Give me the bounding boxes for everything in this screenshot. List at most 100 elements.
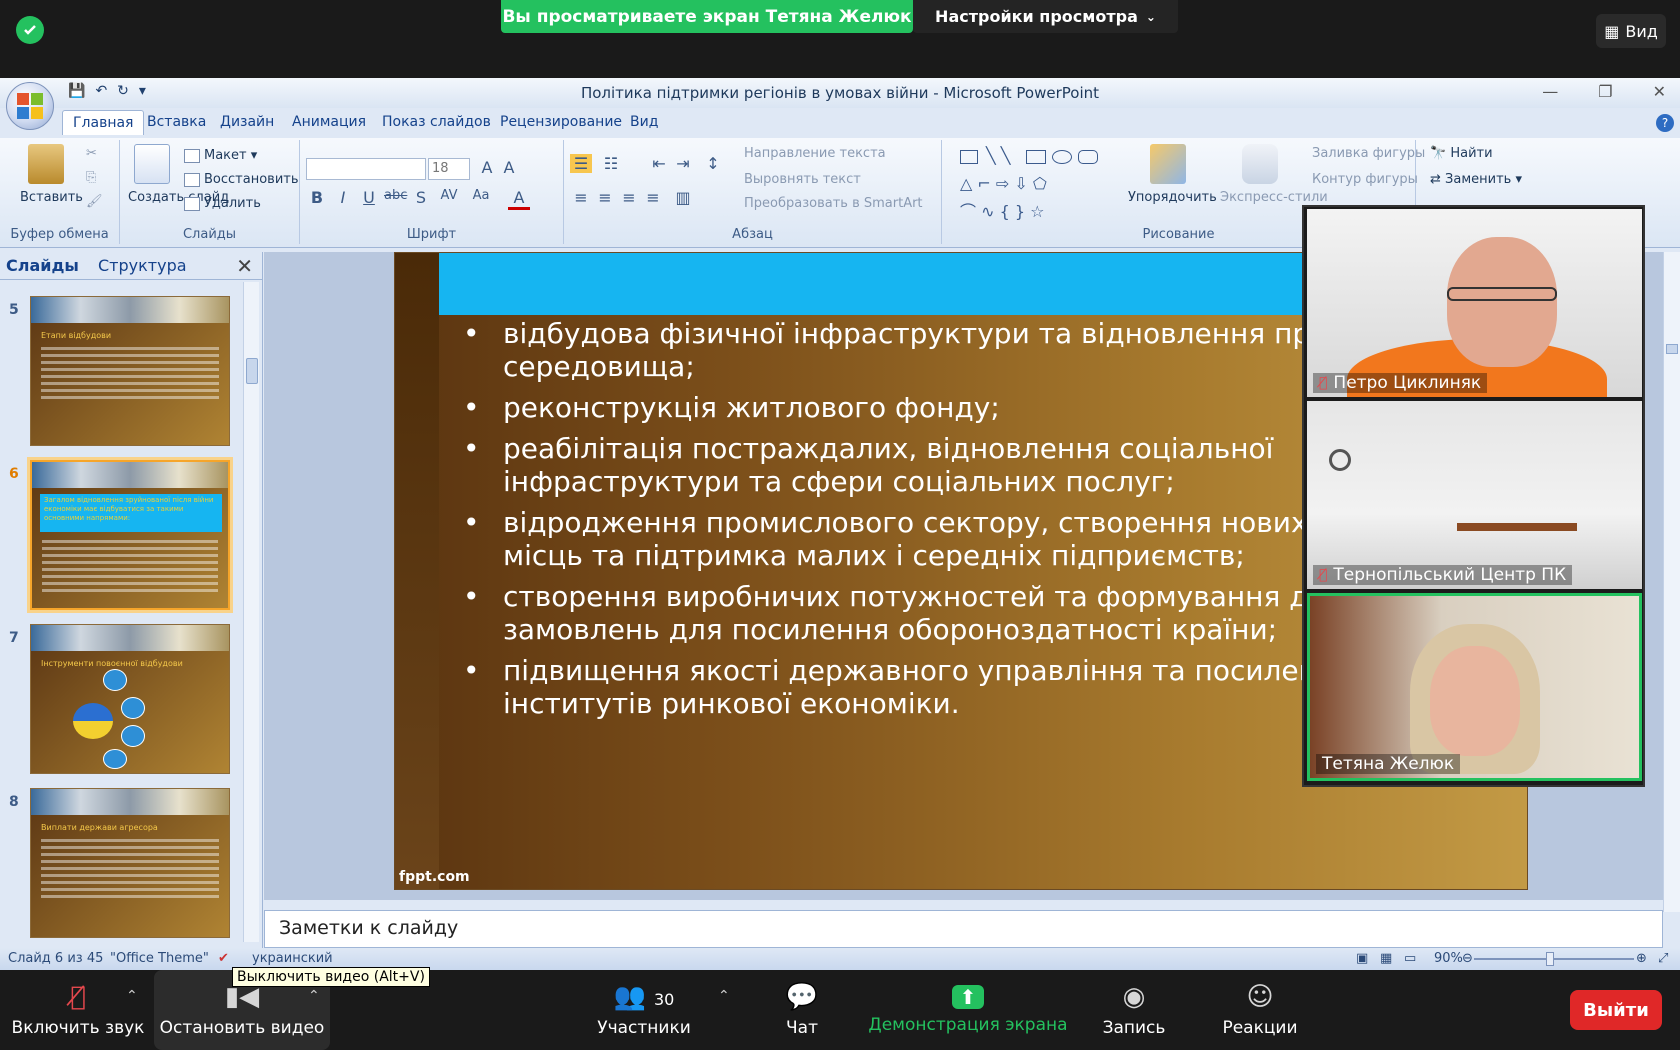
zoom-slider[interactable] [1474, 958, 1634, 960]
close-pane-icon[interactable]: ✕ [236, 254, 253, 278]
tab-slideshow[interactable]: Показ слайдов [382, 114, 491, 130]
unmute-button[interactable]: 🎙̸ Включить звук [8, 970, 148, 1050]
reactions-button[interactable]: ☺ Реакции [1210, 970, 1310, 1050]
tab-slides[interactable]: Слайды [6, 256, 79, 275]
slide-thumbnail-5[interactable]: Етапи відбудови [30, 296, 230, 446]
shape-fill-button[interactable]: Заливка фигуры [1312, 146, 1425, 161]
notes-pane[interactable]: Заметки к слайду [264, 910, 1663, 948]
oval-shape-icon[interactable] [1052, 150, 1072, 164]
numbering-icon[interactable]: ☷ [600, 154, 622, 173]
slides-pane-scrollbar[interactable] [243, 282, 259, 942]
tab-insert[interactable]: Вставка [147, 114, 206, 130]
replace-button[interactable]: ⇄ Заменить ▾ [1430, 172, 1522, 187]
line-spacing-icon[interactable]: ↕ [702, 154, 724, 173]
font-color-icon[interactable]: A [508, 188, 530, 210]
video-tile[interactable]: 🎙̸ Тернопільський Центр ПК [1307, 401, 1642, 589]
restore-button[interactable]: Восстановить [184, 172, 299, 187]
language[interactable]: украинский [252, 951, 333, 966]
change-case-icon[interactable]: Aa [470, 188, 492, 203]
zoom-in-icon[interactable]: ⊕ [1636, 951, 1647, 966]
minimize-icon[interactable]: — [1542, 82, 1558, 101]
bold-icon[interactable]: B [306, 188, 328, 207]
video-tile[interactable]: 🎙̸ Петро Циклиняк [1307, 209, 1642, 397]
rounded-rect-shape-icon[interactable] [1078, 150, 1098, 164]
share-screen-button[interactable]: ⬆ Демонстрация экрана [868, 970, 1068, 1050]
tab-view[interactable]: Вид [630, 114, 658, 130]
quick-styles-button[interactable]: Экспресс-стили [1220, 190, 1328, 205]
spellcheck-icon[interactable]: ✔ [218, 951, 229, 966]
view-button[interactable]: ▦ Вид [1596, 14, 1666, 48]
zoom-out-icon[interactable]: ⊖ [1462, 951, 1473, 966]
copy-icon[interactable]: ⎘ [86, 170, 96, 185]
align-center-icon[interactable]: ≡ [594, 188, 616, 207]
underline-icon[interactable]: U [358, 188, 380, 207]
slideshow-view-icon[interactable]: ▭ [1404, 951, 1416, 966]
shrink-font-icon[interactable]: A [498, 158, 520, 177]
scrollbar-thumb[interactable] [246, 358, 258, 384]
group-paragraph: ☰ ☷ ⇤ ⇥ ↕ ≡ ≡ ≡ ≡ ▥ Направление текста В… [564, 140, 942, 244]
textbox-shape-icon[interactable] [960, 150, 978, 164]
sorter-view-icon[interactable]: ▦ [1380, 951, 1392, 966]
chat-button[interactable]: 💬 Чат [770, 970, 834, 1050]
bullets-icon[interactable]: ☰ [570, 154, 592, 173]
restore-icon[interactable]: ❐ [1598, 82, 1612, 101]
tab-design[interactable]: Дизайн [220, 114, 274, 130]
arrange-button[interactable]: Упорядочить [1128, 190, 1217, 205]
align-left-icon[interactable]: ≡ [570, 188, 592, 207]
cut-icon[interactable]: ✂ [86, 146, 97, 161]
grid-icon: ▦ [1604, 21, 1620, 41]
delete-button[interactable]: Удалить [184, 196, 261, 211]
strikethrough-icon[interactable]: abc [384, 188, 407, 203]
participants-options-chevron-icon[interactable]: ⌃ [718, 988, 730, 1004]
scrollbar-thumb[interactable] [1666, 344, 1678, 354]
font-size-input[interactable]: 18 [428, 158, 470, 180]
tab-animation[interactable]: Анимация [292, 114, 366, 130]
align-text-button[interactable]: Выровнять текст [744, 172, 861, 187]
decrease-indent-icon[interactable]: ⇤ [648, 154, 670, 173]
grow-font-icon[interactable]: A [476, 158, 498, 177]
spacing-icon[interactable]: AV [438, 188, 460, 203]
arrow-shapes-icon[interactable]: △ ⌐ ⇨ ⇩ ⬠ [960, 174, 1047, 193]
video-options-chevron-icon[interactable]: ⌃ [308, 988, 320, 1004]
shadow-icon[interactable]: S [410, 188, 432, 207]
justify-icon[interactable]: ≡ [642, 188, 664, 207]
normal-view-icon[interactable]: ▣ [1356, 951, 1368, 966]
align-right-icon[interactable]: ≡ [618, 188, 640, 207]
view-settings-dropdown[interactable]: Настройки просмотра ⌄ [913, 0, 1178, 33]
fit-window-icon[interactable]: ⤢ [1658, 951, 1668, 966]
record-button[interactable]: ◉ Запись [1094, 970, 1174, 1050]
columns-icon[interactable]: ▥ [672, 188, 694, 207]
tab-review[interactable]: Рецензирование [500, 114, 622, 130]
zoom-slider-knob[interactable] [1546, 952, 1554, 966]
line-shape-icon[interactable]: ╲ ╲ [986, 146, 1010, 165]
slide-scrollbar[interactable] [1663, 252, 1680, 912]
stop-video-label: Остановить видео [159, 1018, 325, 1038]
help-icon[interactable]: ? [1656, 114, 1674, 132]
layout-button[interactable]: Макет ▾ [184, 148, 257, 163]
video-tile-active-speaker[interactable]: Тетяна Желюк [1307, 593, 1642, 781]
leave-meeting-button[interactable]: Выйти [1570, 990, 1662, 1030]
slide-thumbnail-7[interactable]: Інструменти повоєнної відбудови [30, 624, 230, 774]
participants-button[interactable]: 👥 30 Участники [594, 970, 694, 1050]
increase-indent-icon[interactable]: ⇥ [672, 154, 694, 173]
new-slide-icon [134, 144, 170, 184]
security-shield-icon[interactable] [16, 16, 44, 44]
tab-home[interactable]: Главная [62, 110, 145, 135]
slide-thumbnail-6[interactable]: Загалом відновлення зруйнованої після ві… [30, 460, 230, 610]
group-label-clipboard: Буфер обмена [10, 227, 109, 242]
close-icon[interactable]: ✕ [1653, 82, 1666, 101]
more-shapes-icon[interactable]: ⌒ ∿ { } ☆ [960, 198, 1044, 222]
slide-thumbnail-8[interactable]: Виплати держави агресора [30, 788, 230, 938]
find-button[interactable]: 🔭 Найти [1430, 146, 1493, 161]
audio-options-chevron-icon[interactable]: ⌃ [126, 988, 138, 1004]
text-direction-button[interactable]: Направление текста [744, 146, 886, 161]
italic-icon[interactable]: I [332, 188, 354, 207]
office-button[interactable] [6, 82, 54, 130]
font-name-input[interactable] [306, 158, 426, 180]
format-painter-icon[interactable]: 🖌 [86, 194, 103, 209]
shape-outline-button[interactable]: Контур фигуры [1312, 172, 1418, 187]
paste-button[interactable]: Вставить [20, 190, 83, 205]
rectangle-shape-icon[interactable] [1026, 150, 1046, 164]
convert-smartart-button[interactable]: Преобразовать в SmartArt [744, 196, 923, 211]
tab-outline[interactable]: Структура [98, 256, 187, 275]
